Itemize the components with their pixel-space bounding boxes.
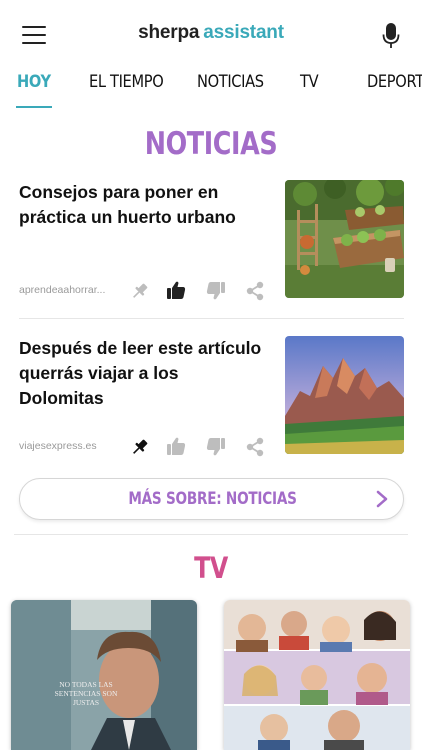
microphone-icon[interactable] — [381, 22, 401, 50]
article-source: aprendeaahorrar... — [19, 284, 106, 296]
thumbs-up-icon[interactable] — [166, 280, 186, 300]
chevron-right-icon — [374, 490, 390, 508]
share-icon[interactable] — [245, 437, 265, 457]
top-bar: sherpa assistant — [0, 0, 422, 64]
logo-text-sherpa: sherpa — [138, 22, 200, 43]
active-tab-indicator — [16, 106, 52, 108]
thumbs-down-icon[interactable] — [206, 281, 226, 301]
divider — [19, 318, 404, 319]
tab-noticias[interactable]: NOTICIAS — [197, 72, 264, 92]
logo-text-assistant: assistant — [203, 22, 284, 43]
tab-deportes[interactable]: DEPORTES — [367, 72, 422, 92]
article-source: viajesexpress.es — [19, 440, 97, 452]
pin-icon[interactable] — [130, 281, 150, 301]
tab-tv[interactable]: TV — [300, 72, 319, 92]
poster-caption-line: NO TODAS LAS — [59, 680, 113, 689]
divider — [14, 534, 408, 535]
tv-poster-card[interactable] — [224, 600, 410, 750]
tv-section-title: TV — [194, 551, 228, 585]
news-article: Después de leer este artículo querrás vi… — [0, 336, 422, 471]
article-thumbnail-dolomites[interactable] — [285, 336, 404, 454]
news-article: Consejos para poner en práctica un huert… — [0, 180, 422, 315]
more-news-label: MÁS SOBRE: NOTICIAS — [128, 489, 297, 509]
news-section-title: NOTICIAS — [144, 126, 278, 162]
poster-caption: NO TODAS LAS SENTENCIAS SON JUSTAS — [41, 680, 131, 707]
thumbs-down-icon[interactable] — [206, 437, 226, 457]
share-icon[interactable] — [245, 281, 265, 301]
app-logo: sherpa assistant — [0, 22, 422, 44]
pin-icon[interactable] — [130, 437, 150, 457]
poster-caption-line: SENTENCIAS SON JUSTAS — [54, 689, 118, 707]
article-thumbnail-garden[interactable] — [285, 180, 404, 298]
thumbs-up-icon[interactable] — [166, 436, 186, 456]
more-news-button[interactable]: MÁS SOBRE: NOTICIAS — [19, 478, 404, 520]
category-tabs: HOY EL TIEMPO NOTICIAS TV DEPORTES — [0, 66, 422, 110]
tab-hoy[interactable]: HOY — [17, 72, 51, 92]
article-headline[interactable]: Después de leer este artículo querrás vi… — [19, 336, 267, 411]
tab-el-tiempo[interactable]: EL TIEMPO — [89, 72, 164, 92]
article-headline[interactable]: Consejos para poner en práctica un huert… — [19, 180, 267, 230]
tv-poster-card[interactable]: NO TODAS LAS SENTENCIAS SON JUSTAS — [11, 600, 197, 750]
